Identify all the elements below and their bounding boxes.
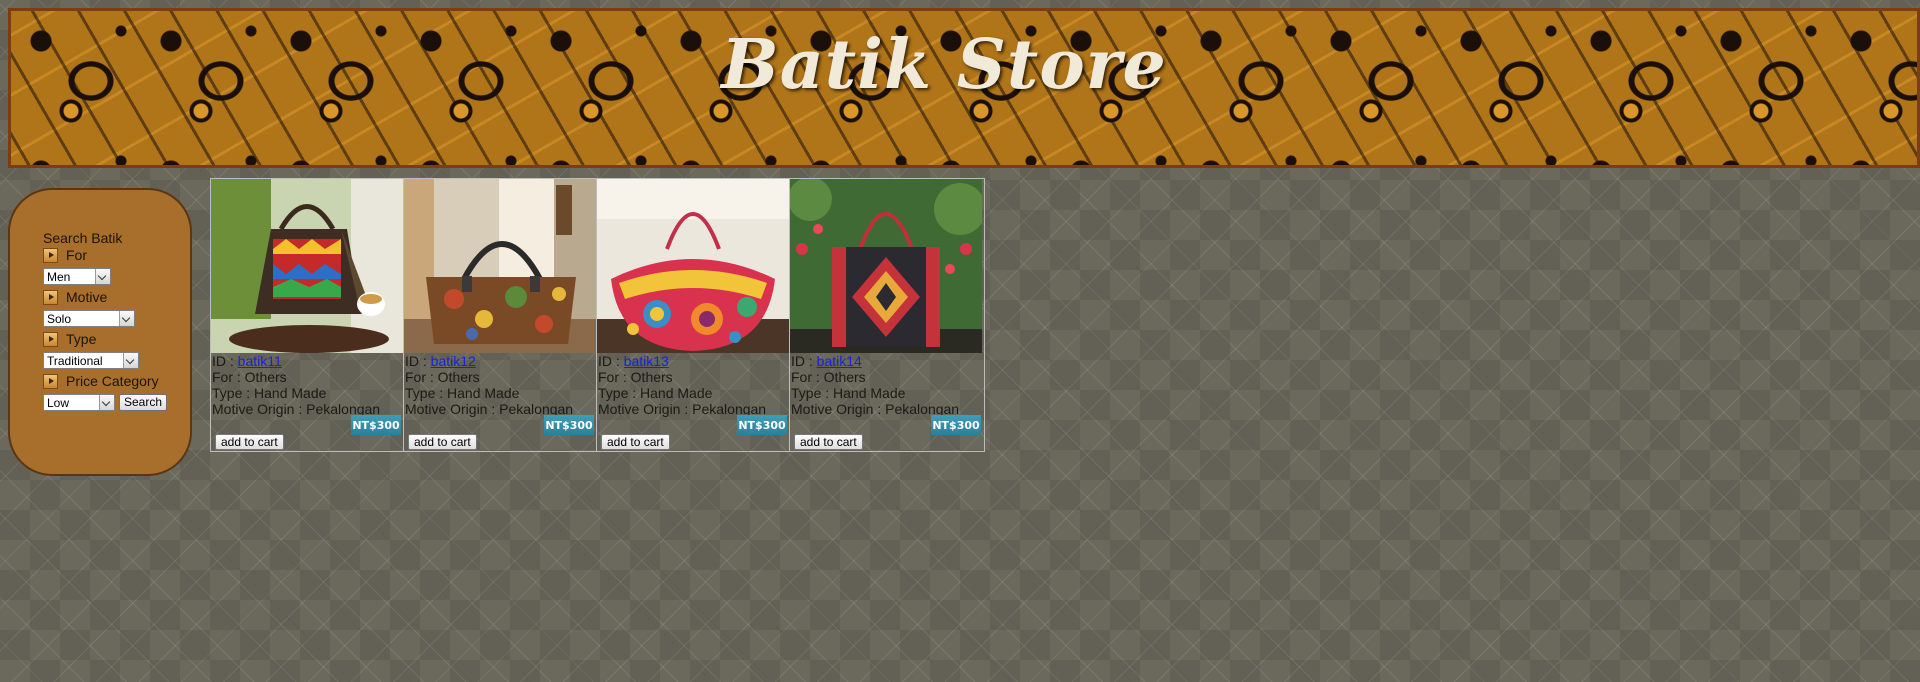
product-for: For : Others (212, 369, 287, 385)
search-sidebar: Search Batik For Men Motive Solo Type Tr… (8, 188, 192, 476)
motive-select[interactable]: Solo (43, 310, 135, 327)
type-select-value: Traditional (47, 353, 103, 368)
product-id-line: ID : batik14 (791, 353, 983, 369)
product-info: ID : batik11 For : Others Type : Hand Ma… (211, 353, 403, 417)
for-label-row: For (43, 246, 167, 264)
for-select-value: Men (47, 269, 71, 284)
arrow-bullet-icon (43, 331, 58, 347)
add-to-cart-button[interactable]: add to cart (215, 434, 284, 450)
product-image[interactable] (790, 179, 982, 353)
add-to-cart-button[interactable]: add to cart (601, 434, 670, 450)
arrow-bullet-icon (43, 289, 58, 305)
product-type: Type : Hand Made (598, 385, 713, 401)
price-badge: NT$300 (737, 415, 787, 435)
product-image[interactable] (404, 179, 596, 353)
product-type: Type : Hand Made (212, 385, 327, 401)
price-row: Low Search (43, 390, 168, 414)
product-for: For : Others (791, 369, 866, 385)
site-title: Batik Store (721, 25, 1167, 105)
add-to-cart-button[interactable]: add to cart (408, 434, 477, 450)
product-card: ID : batik14 For : Others Type : Hand Ma… (790, 179, 983, 451)
product-id-label: ID : (791, 353, 817, 369)
product-id-link[interactable]: batik14 (817, 353, 862, 369)
product-id-link[interactable]: batik11 (238, 353, 282, 369)
product-type: Type : Hand Made (405, 385, 520, 401)
product-card: ID : batik11 For : Others Type : Hand Ma… (211, 179, 404, 451)
product-image[interactable] (211, 179, 403, 353)
product-id-line: ID : batik12 (405, 353, 596, 369)
product-info: ID : batik13 For : Others Type : Hand Ma… (597, 353, 789, 417)
price-select-value: Low (47, 395, 70, 410)
product-info: ID : batik12 For : Others Type : Hand Ma… (404, 353, 596, 417)
product-for: For : Others (405, 369, 480, 385)
chevron-down-icon[interactable] (99, 395, 114, 410)
search-form: Search Batik For Men Motive Solo Type Tr… (43, 230, 168, 414)
price-label-row: Price Category (43, 372, 167, 390)
product-type: Type : Hand Made (791, 385, 906, 401)
product-id-line: ID : batik11 (212, 353, 403, 369)
product-id-line: ID : batik13 (598, 353, 789, 369)
price-badge: NT$300 (351, 415, 401, 435)
chevron-down-icon[interactable] (123, 353, 138, 368)
price-category-label: Price Category (66, 373, 159, 389)
product-for: For : Others (598, 369, 673, 385)
motive-label-row: Motive (43, 288, 167, 306)
arrow-bullet-icon (43, 247, 58, 263)
product-id-label: ID : (212, 353, 238, 369)
type-label: Type (66, 331, 97, 347)
arrow-bullet-icon (43, 373, 58, 389)
product-image[interactable] (597, 179, 789, 353)
product-id-label: ID : (405, 353, 431, 369)
product-info: ID : batik14 For : Others Type : Hand Ma… (790, 353, 983, 417)
price-badge: NT$300 (544, 415, 594, 435)
type-label-row: Type (43, 330, 167, 348)
chevron-down-icon[interactable] (119, 311, 134, 326)
search-button[interactable]: Search (119, 393, 168, 411)
product-grid: ID : batik11 For : Others Type : Hand Ma… (210, 178, 985, 452)
price-badge: NT$300 (931, 415, 981, 435)
product-id-label: ID : (598, 353, 624, 369)
for-select[interactable]: Men (43, 268, 111, 285)
product-id-link[interactable]: batik13 (624, 353, 669, 369)
header-banner: Batik Store (8, 8, 1920, 168)
add-to-cart-button[interactable]: add to cart (794, 434, 863, 450)
motive-select-value: Solo (47, 311, 72, 326)
motive-label: Motive (66, 289, 108, 305)
product-card: ID : batik12 For : Others Type : Hand Ma… (404, 179, 597, 451)
price-select[interactable]: Low (43, 394, 115, 411)
product-id-link[interactable]: batik12 (431, 353, 476, 369)
search-title: Search Batik (43, 230, 123, 246)
chevron-down-icon[interactable] (95, 269, 110, 284)
for-label: For (66, 247, 87, 263)
product-card: ID : batik13 For : Others Type : Hand Ma… (597, 179, 790, 451)
type-select[interactable]: Traditional (43, 352, 139, 369)
